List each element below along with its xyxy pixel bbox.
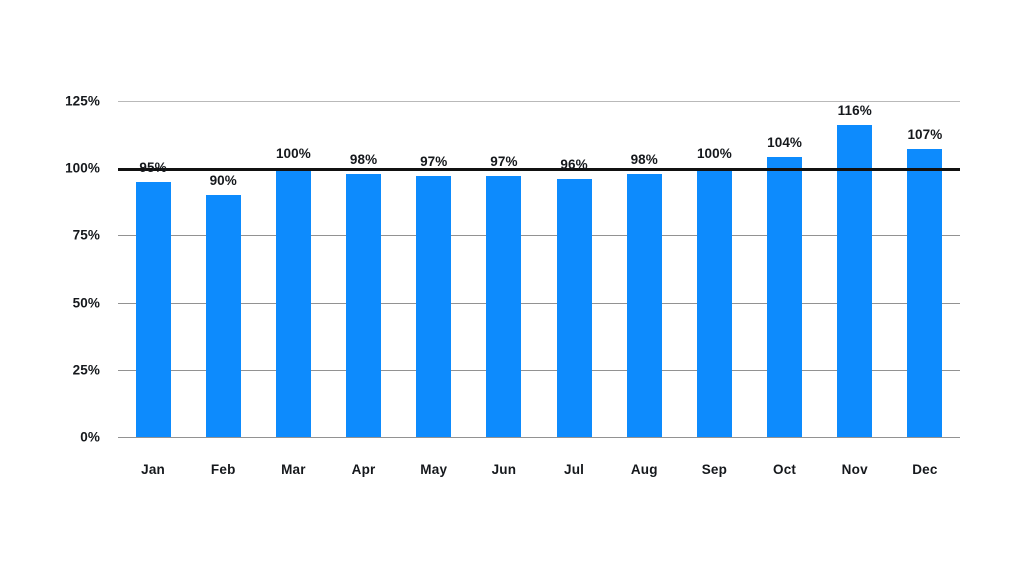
bar-slot bbox=[750, 101, 820, 437]
value-label-jun: 97% bbox=[490, 154, 518, 170]
bar-slot bbox=[118, 101, 188, 437]
y-axis-tick-75: 75% bbox=[72, 227, 100, 243]
bar-nov[interactable] bbox=[837, 125, 873, 437]
y-axis-tick-125: 125% bbox=[65, 93, 100, 109]
bar-chart: 0% 25% 50% 75% 100% 125% 95% 90% 100% 98% 97% 97% 9… bbox=[0, 0, 1024, 576]
x-axis-label-aug: Aug bbox=[630, 462, 658, 477]
x-axis-labels: Jan Feb Mar Apr May Jun Jul Aug Sep Oct Nov Dec bbox=[118, 462, 960, 486]
value-label-apr: 98% bbox=[349, 151, 378, 167]
bar-sep[interactable] bbox=[696, 168, 732, 437]
bar-dec[interactable] bbox=[907, 149, 943, 437]
y-axis-tick-0: 0% bbox=[80, 429, 100, 445]
value-label-nov: 116% bbox=[837, 103, 872, 119]
value-label-jan: 95% bbox=[139, 159, 167, 175]
y-axis-labels: 0% 25% 50% 75% 100% 125% bbox=[0, 94, 108, 445]
y-axis-tick-50: 50% bbox=[72, 295, 100, 311]
plot-area: 95% 90% 100% 98% 97% 97% 96% 98% 100% 104% 116% 107… bbox=[118, 101, 960, 438]
bar-apr[interactable] bbox=[346, 173, 382, 437]
bar-aug[interactable] bbox=[626, 173, 662, 437]
value-label-may: 97% bbox=[420, 154, 448, 170]
bar-slot bbox=[890, 101, 960, 437]
x-axis-label-may: May bbox=[420, 462, 448, 477]
bar-jul[interactable] bbox=[556, 178, 592, 437]
bar-slot bbox=[820, 101, 890, 437]
x-axis-label-apr: Apr bbox=[351, 462, 376, 477]
bar-slot bbox=[188, 101, 258, 437]
bar-jan[interactable] bbox=[135, 181, 171, 437]
x-axis-label-oct: Oct bbox=[773, 462, 797, 477]
bar-jun[interactable] bbox=[486, 176, 522, 437]
bar-mar[interactable] bbox=[275, 168, 311, 437]
value-label-feb: 90% bbox=[209, 173, 237, 189]
value-label-jul: 96% bbox=[560, 156, 588, 172]
x-axis-label-jan: Jan bbox=[141, 462, 166, 477]
x-axis-label-mar: Mar bbox=[281, 462, 306, 477]
bar-feb[interactable] bbox=[205, 195, 241, 437]
value-label-mar: 100% bbox=[275, 146, 311, 162]
x-axis-label-sep: Sep bbox=[701, 462, 728, 477]
value-label-dec: 107% bbox=[907, 127, 943, 143]
value-label-sep: 100% bbox=[696, 146, 732, 162]
bar-may[interactable] bbox=[416, 176, 452, 437]
y-axis-tick-25: 25% bbox=[72, 362, 100, 378]
bar-slot bbox=[469, 101, 539, 437]
bar-slot bbox=[539, 101, 609, 437]
x-axis-label-jun: Jun bbox=[491, 462, 517, 477]
y-axis-tick-100: 100% bbox=[65, 160, 100, 176]
x-axis-label-feb: Feb bbox=[210, 462, 236, 477]
bar-series bbox=[118, 101, 960, 437]
bar-slot bbox=[399, 101, 469, 437]
gridline-0 bbox=[118, 437, 960, 438]
bar-oct[interactable] bbox=[767, 157, 803, 437]
value-label-aug: 98% bbox=[630, 151, 658, 167]
x-axis-label-dec: Dec bbox=[912, 462, 938, 477]
value-label-oct: 104% bbox=[767, 135, 803, 151]
x-axis-label-jul: Jul bbox=[564, 462, 585, 477]
x-axis-label-nov: Nov bbox=[841, 462, 868, 477]
